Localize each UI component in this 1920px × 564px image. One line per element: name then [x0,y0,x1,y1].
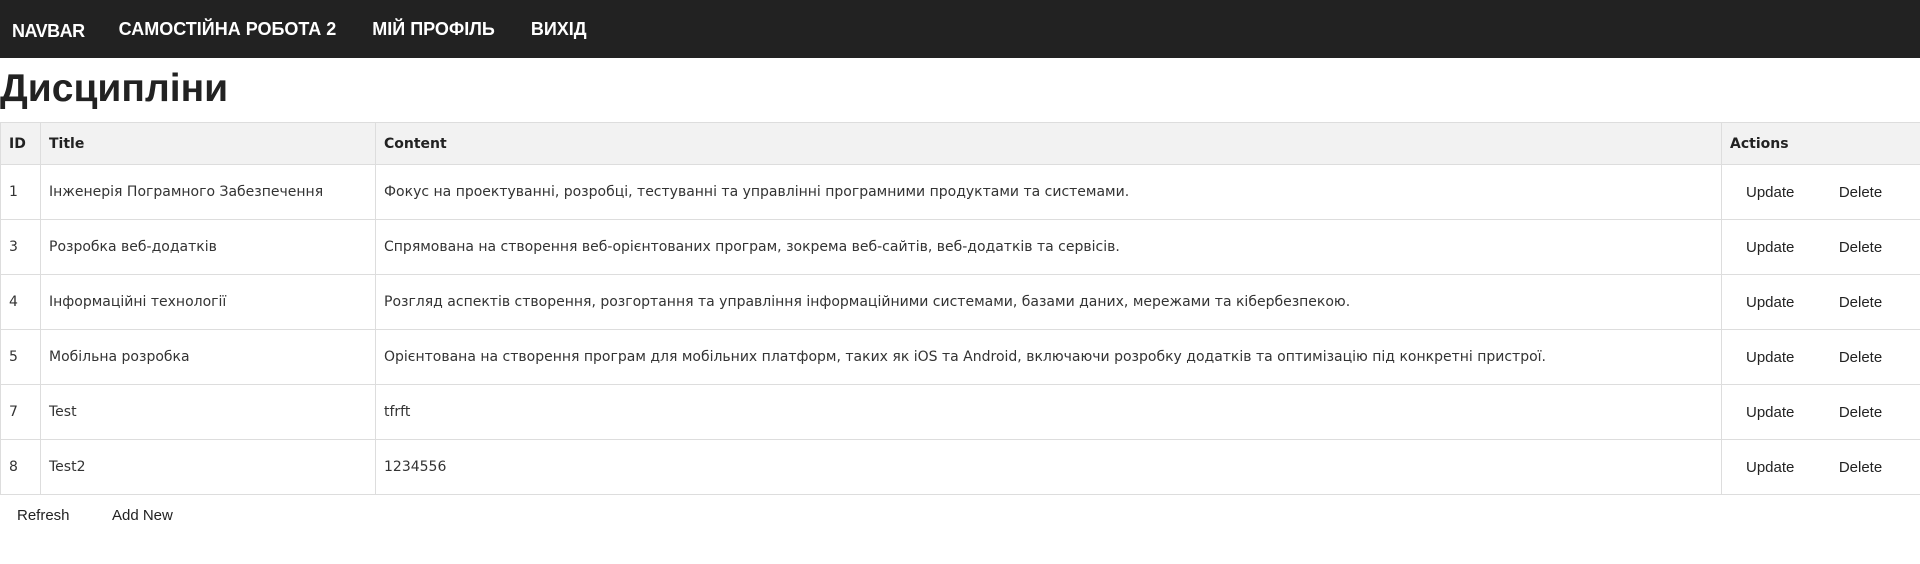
column-header-content: Content [375,122,1722,165]
cell-actions: Update Delete [1721,439,1920,495]
delete-button[interactable]: Delete [1831,455,1890,480]
cell-content: Орієнтована на створення програм для моб… [375,329,1722,385]
update-button[interactable]: Update [1738,455,1802,480]
nav-link-self-work-2[interactable]: САМОСТІЙНА РОБОТА 2 [119,19,337,40]
table-row: 1 Інженерія Пограмного Забезпечення Фоку… [0,164,1920,220]
cell-content: Фокус на проектуванні, розробці, тестува… [375,164,1722,220]
add-new-button[interactable]: Add New [103,503,182,528]
cell-title: Інформаційні технології [40,274,376,330]
cell-title: Розробка веб-додатків [40,219,376,275]
cell-id: 3 [0,219,41,275]
cell-id: 5 [0,329,41,385]
delete-button[interactable]: Delete [1831,400,1890,425]
column-header-actions: Actions [1721,122,1920,165]
table-row: 7 Test tfrft Update Delete [0,384,1920,440]
cell-actions: Update Delete [1721,219,1920,275]
cell-id: 8 [0,439,41,495]
navbar: NAVBAR САМОСТІЙНА РОБОТА 2 МІЙ ПРОФІЛЬ В… [0,0,1920,58]
cell-title: Test2 [40,439,376,495]
cell-content: tfrft [375,384,1722,440]
table-header-row: ID Title Content Actions [0,122,1920,165]
delete-button[interactable]: Delete [1831,235,1890,260]
cell-content: Розгляд аспектів створення, розгортання … [375,274,1722,330]
refresh-button[interactable]: Refresh [8,503,79,528]
cell-actions: Update Delete [1721,164,1920,220]
cell-title: Мобільна розробка [40,329,376,385]
nav-link-my-profile[interactable]: МІЙ ПРОФІЛЬ [372,19,495,40]
table-row: 3 Розробка веб-додатків Спрямована на ст… [0,219,1920,275]
column-header-id: ID [0,122,41,165]
table-row: 4 Інформаційні технології Розгляд аспект… [0,274,1920,330]
cell-actions: Update Delete [1721,384,1920,440]
disciplines-table: ID Title Content Actions 1 Інженерія Пог… [0,122,1920,495]
cell-title: Test [40,384,376,440]
table-row: 5 Мобільна розробка Орієнтована на створ… [0,329,1920,385]
cell-content: 1234556 [375,439,1722,495]
delete-button[interactable]: Delete [1831,180,1890,205]
update-button[interactable]: Update [1738,235,1802,260]
cell-id: 7 [0,384,41,440]
cell-id: 4 [0,274,41,330]
column-header-title: Title [40,122,376,165]
page-title: Дисципліни [0,67,229,110]
update-button[interactable]: Update [1738,400,1802,425]
nav-link-logout[interactable]: ВИХІД [531,19,587,40]
cell-id: 1 [0,164,41,220]
delete-button[interactable]: Delete [1831,290,1890,315]
table-footer-actions: Refresh Add New [0,495,1920,528]
update-button[interactable]: Update [1738,345,1802,370]
cell-title: Інженерія Пограмного Забезпечення [40,164,376,220]
cell-actions: Update Delete [1721,329,1920,385]
update-button[interactable]: Update [1738,180,1802,205]
cell-content: Спрямована на створення веб-орієнтованих… [375,219,1722,275]
table-row: 8 Test2 1234556 Update Delete [0,439,1920,495]
cell-actions: Update Delete [1721,274,1920,330]
delete-button[interactable]: Delete [1831,345,1890,370]
update-button[interactable]: Update [1738,290,1802,315]
navbar-brand[interactable]: NAVBAR [12,17,85,42]
